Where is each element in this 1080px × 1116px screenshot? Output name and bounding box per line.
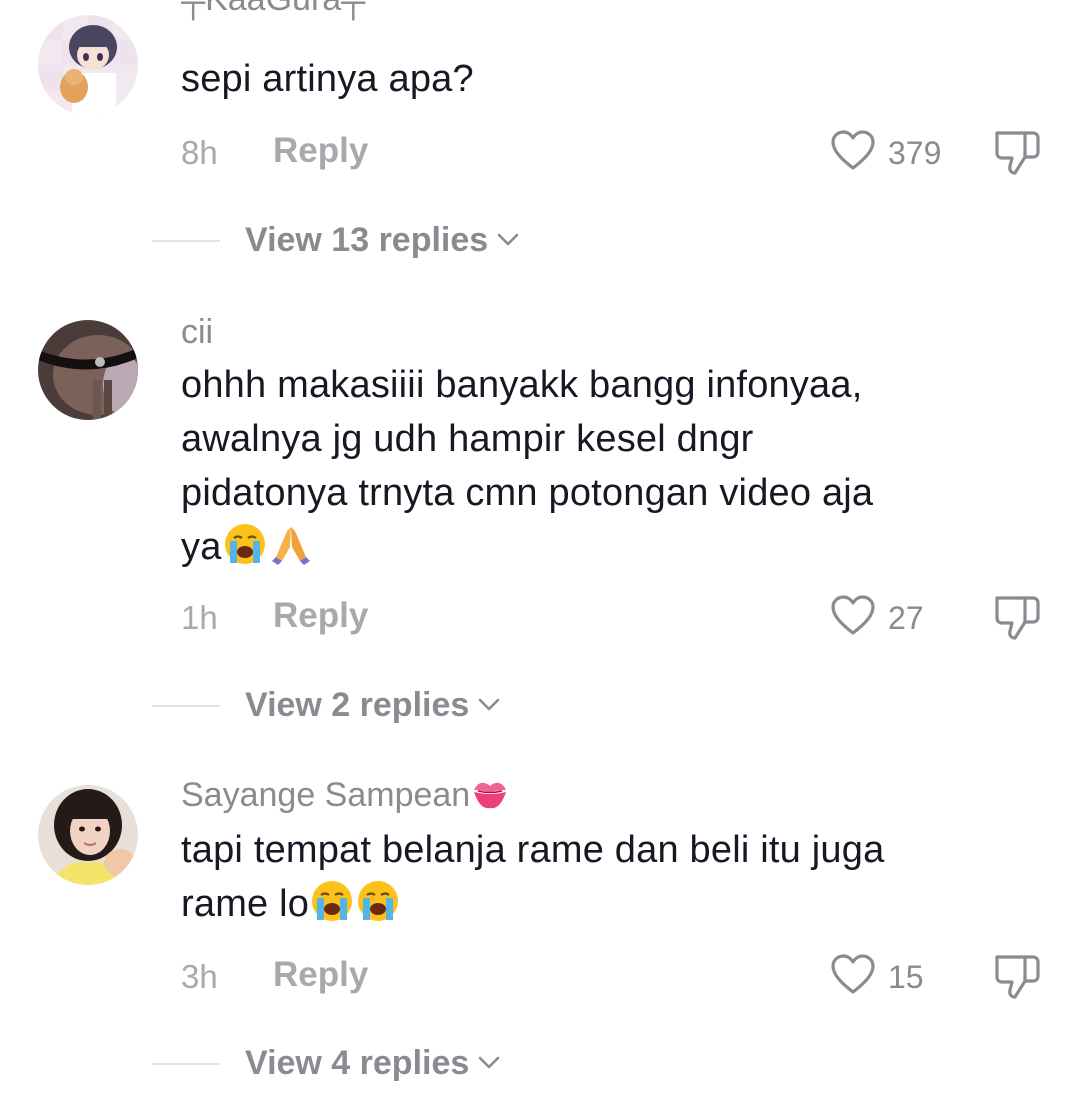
comment-text: ohhh makasiiii banyakk bangg infonyaa, a… [181, 358, 1051, 574]
timestamp: 3h [181, 958, 218, 995]
username[interactable]: cii [181, 312, 213, 352]
comment-text-line: sepi artinya apa? [181, 58, 474, 100]
reply-button[interactable]: Reply [273, 596, 368, 636]
view-replies-label: View 13 replies [245, 221, 489, 259]
comment-item: Sayange Sampean tapi tempat belanja rame… [0, 765, 1080, 1116]
username[interactable]: ╤KaaGura╤ [181, 0, 365, 19]
chevron-down-icon [478, 1056, 500, 1069]
timestamp: 8h [181, 134, 218, 171]
comment-item: cii ohhh makasiiii banyakk bangg infonya… [0, 300, 1080, 740]
dislike-button[interactable] [993, 592, 1043, 642]
timestamp: 1h [181, 599, 218, 636]
comment-actions: 8h Reply 379 [0, 127, 1080, 177]
view-replies-row: View 4 replies [0, 1041, 1080, 1085]
comment-actions: 1h Reply 27 [0, 592, 1080, 642]
loudly-crying-face-icon [358, 881, 399, 921]
kiss-mark-icon [474, 782, 507, 809]
like-count: 27 [888, 600, 924, 636]
dislike-button[interactable] [993, 951, 1043, 1001]
like-count: 15 [888, 959, 924, 995]
comment-text-line: rame lo [181, 883, 310, 925]
comment-item: ╤KaaGura╤ sepi artinya apa? 8h Reply 379… [0, 0, 1080, 280]
comment-text-line: ya [181, 526, 222, 568]
heart-outline-icon [831, 130, 875, 170]
comment-text-line: pidatonya trnyta cmn potongan video aja [181, 472, 874, 514]
comment-text-line: awalnya jg udh hampir kesel dngr [181, 418, 754, 460]
dislike-button[interactable] [993, 127, 1043, 177]
loudly-crying-face-icon [224, 524, 265, 564]
view-replies-button[interactable]: View 13 replies [245, 218, 520, 262]
username-row[interactable]: Sayange Sampean [181, 775, 510, 815]
heart-outline-icon [831, 954, 875, 994]
view-replies-label: View 2 replies [245, 686, 470, 724]
comment-text-line-last: ya [181, 520, 1051, 574]
comment-text-line: ohhh makasiiii banyakk bangg infonyaa, [181, 364, 863, 406]
view-replies-label: View 4 replies [245, 1044, 470, 1082]
comment-text: tapi tempat belanja rame dan beli itu ju… [181, 823, 1051, 931]
chevron-down-icon [497, 233, 519, 246]
divider-line [152, 1063, 220, 1065]
username: Sayange Sampean [181, 776, 471, 814]
comment-text-line-last: rame lo [181, 877, 1051, 931]
thumbs-down-icon [995, 596, 1040, 640]
reply-button[interactable]: Reply [273, 955, 368, 995]
chevron-down-icon [478, 698, 500, 711]
username-header[interactable]: ╤KaaGura╤ [181, 0, 481, 40]
view-replies-button[interactable]: View 4 replies [245, 1041, 501, 1085]
heart-outline-icon [831, 595, 875, 635]
comment-text: sepi artinya apa? [181, 52, 1051, 106]
view-replies-row: View 13 replies [0, 218, 1080, 262]
thumbs-down-icon [995, 955, 1040, 999]
like-count: 379 [888, 135, 942, 171]
thumbs-down-icon [995, 131, 1040, 175]
avatar[interactable] [38, 320, 138, 420]
view-replies-button[interactable]: View 2 replies [245, 683, 501, 727]
divider-line [152, 705, 220, 707]
avatar[interactable] [38, 785, 138, 885]
comment-text-line: tapi tempat belanja rame dan beli itu ju… [181, 829, 885, 871]
folded-hands-icon [271, 527, 310, 565]
view-replies-row: View 2 replies [0, 683, 1080, 727]
comment-actions: 3h Reply 15 [0, 951, 1080, 1001]
divider-line [152, 240, 220, 242]
avatar[interactable] [38, 15, 138, 115]
loudly-crying-face-icon [312, 881, 353, 921]
reply-button[interactable]: Reply [273, 131, 368, 171]
